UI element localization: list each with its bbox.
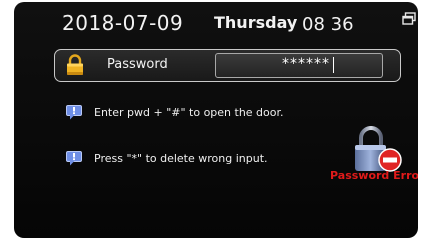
speech-bubble-icon bbox=[66, 151, 82, 166]
password-error-message: Password Error bbox=[330, 169, 418, 182]
text-cursor bbox=[333, 57, 334, 73]
password-bar: Password ****** bbox=[54, 49, 401, 82]
padlock-icon bbox=[65, 54, 85, 76]
password-label: Password bbox=[107, 57, 168, 72]
hint-text: Enter pwd + "#" to open the door. bbox=[94, 106, 284, 119]
hint-text: Press "*" to delete wrong input. bbox=[94, 152, 268, 165]
speech-bubble-icon bbox=[66, 105, 82, 120]
date-display: 2018-07-09 bbox=[62, 11, 184, 35]
weekday-display: Thursday bbox=[214, 13, 298, 32]
status-bar: 2018-07-09 Thursday 08 36 bbox=[14, 2, 418, 42]
window-switch-icon[interactable] bbox=[402, 11, 416, 25]
password-masked-value: ****** bbox=[282, 56, 330, 72]
door-access-screen: 2018-07-09 Thursday 08 36 Password *****… bbox=[14, 2, 418, 238]
time-display: 08 36 bbox=[302, 14, 354, 35]
password-input[interactable]: ****** bbox=[215, 53, 383, 78]
lock-error-icon bbox=[352, 126, 402, 174]
